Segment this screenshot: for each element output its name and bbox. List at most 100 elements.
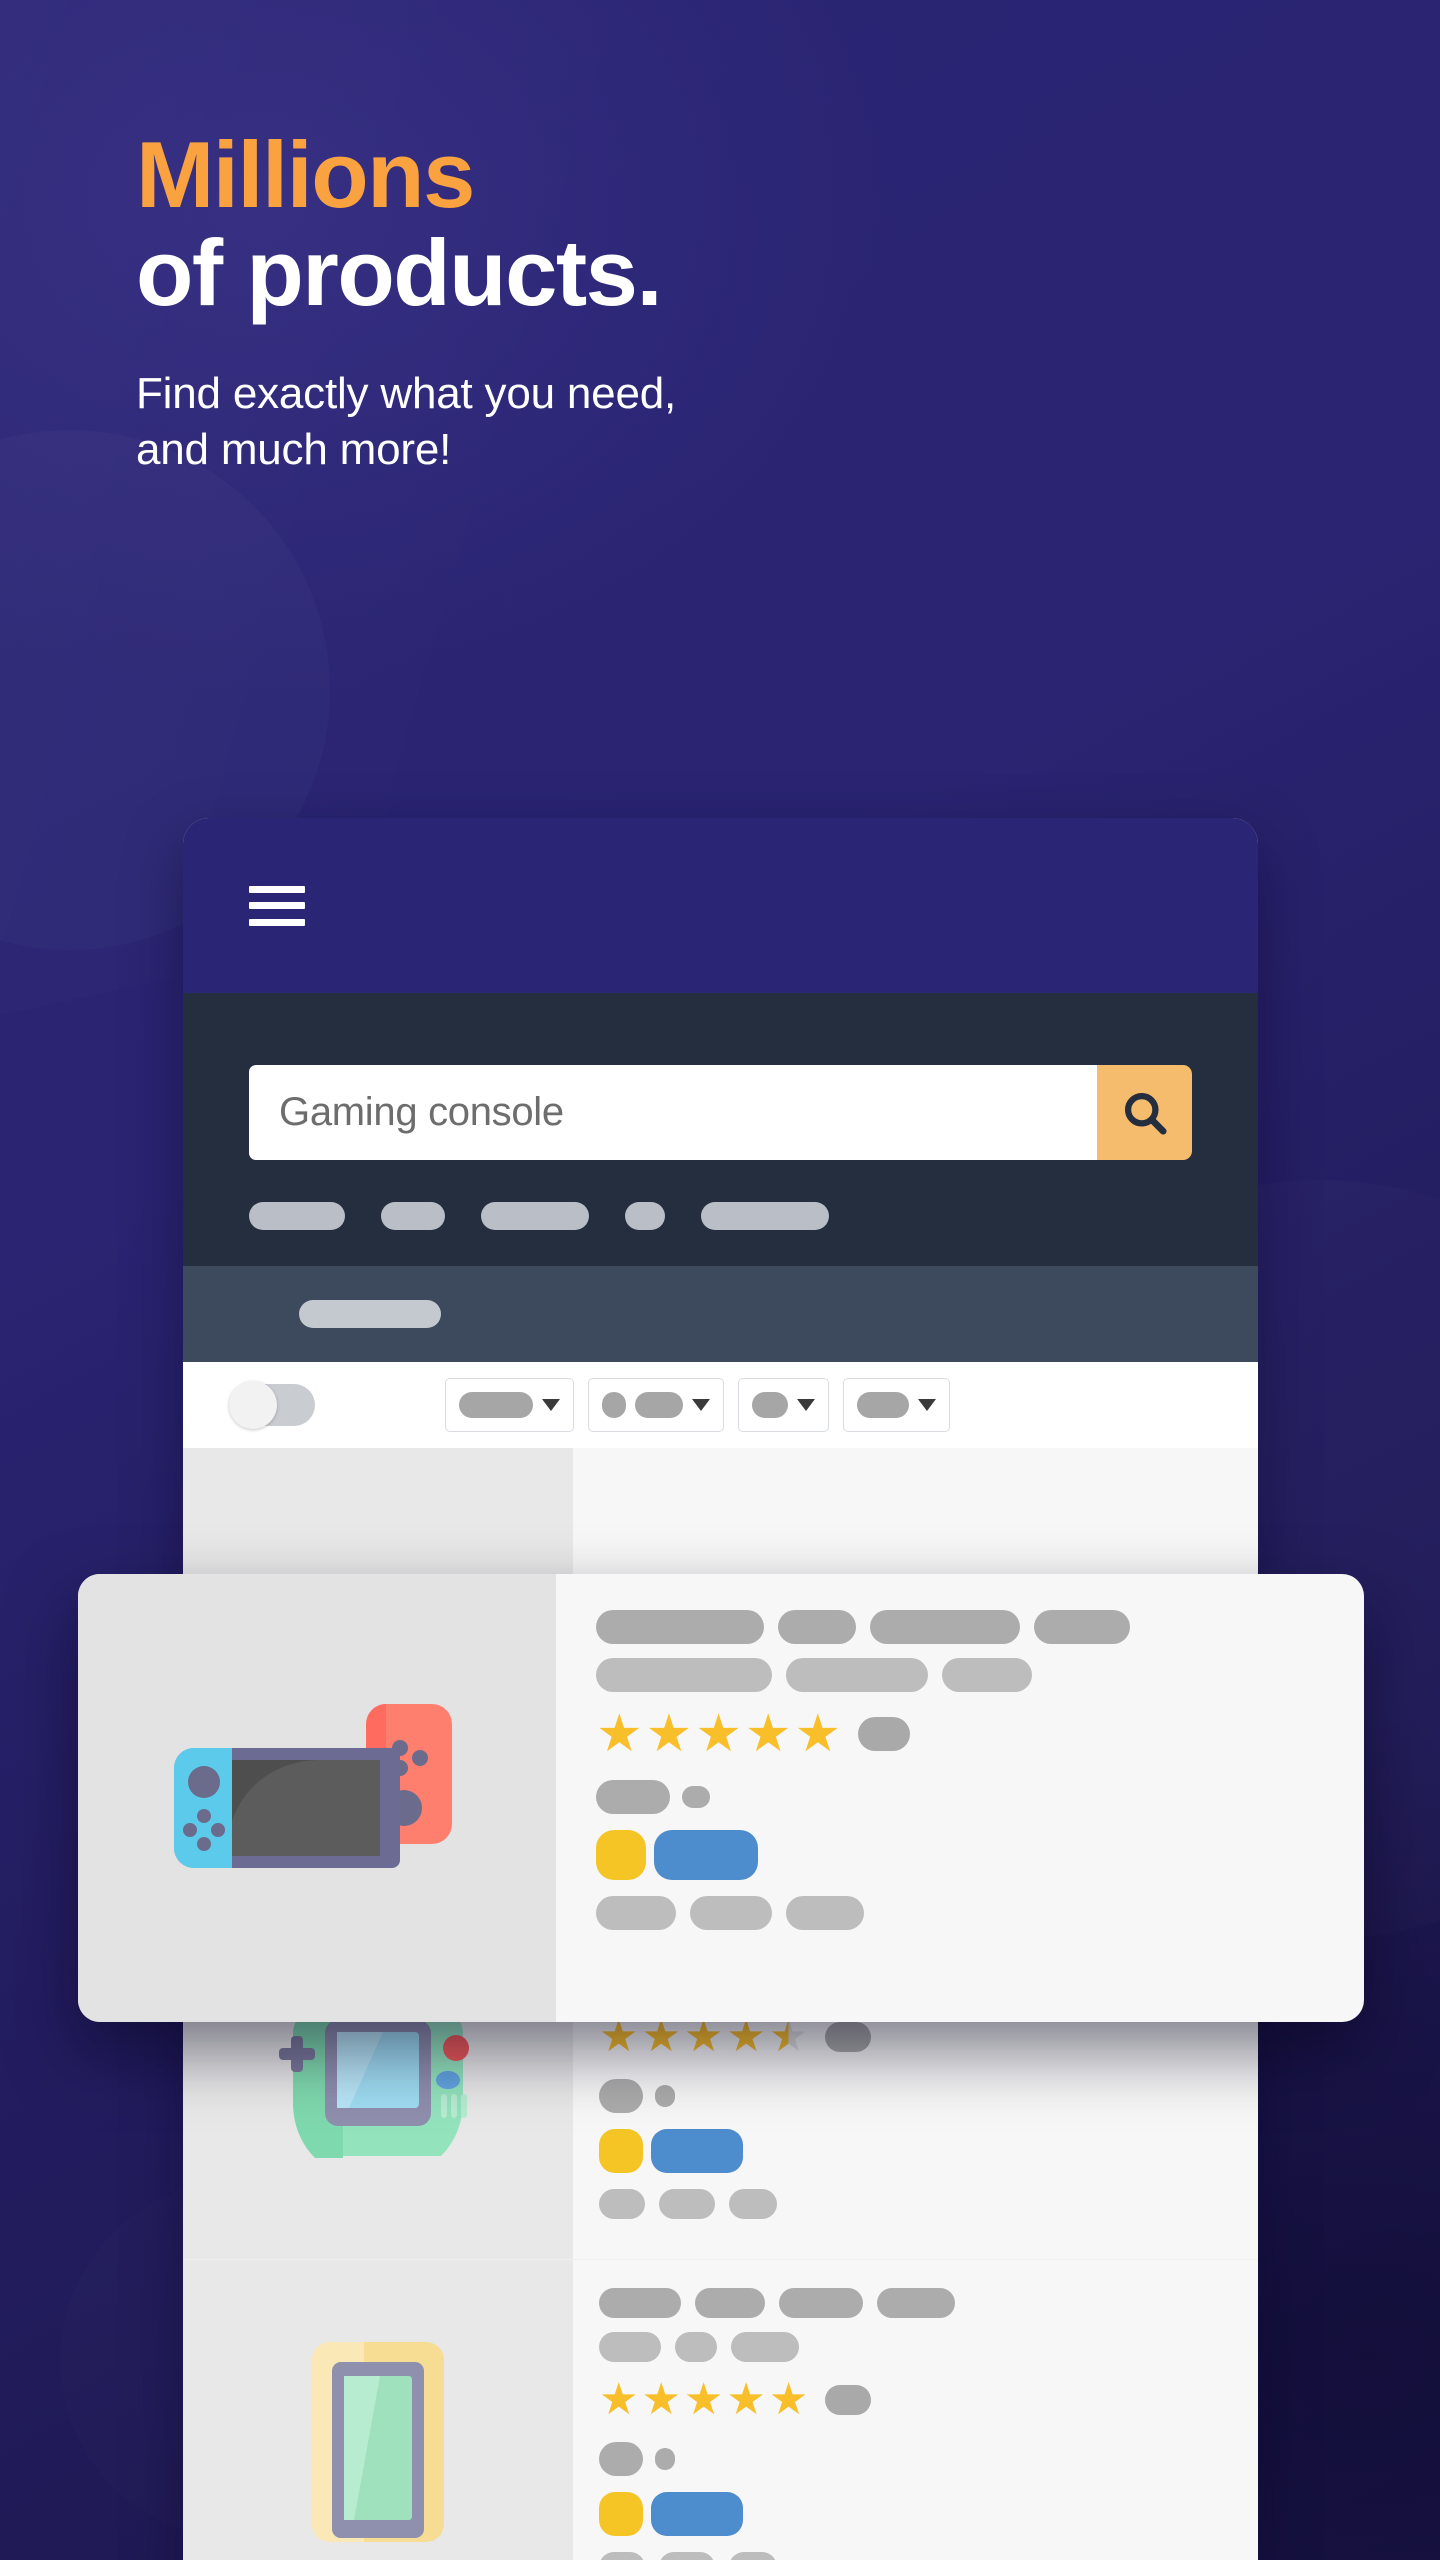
suggestion-chip[interactable]: [381, 1202, 445, 1230]
star-icon: ★: [794, 1705, 842, 1763]
product-info: ★ ★ ★ ★ ★: [573, 2260, 1258, 2560]
rating-stars: ★ ★ ★ ★ ★: [599, 2378, 1232, 2422]
star-icon: ★: [744, 1705, 792, 1763]
text-placeholder-bar: [659, 2189, 715, 2219]
app-header: [183, 818, 1258, 993]
price-currency-badge: [599, 2492, 643, 2536]
price-value-badge: [651, 2492, 743, 2536]
price-value-badge: [651, 2129, 743, 2173]
text-placeholder-bar: [778, 1610, 856, 1644]
filter-bar: [183, 1362, 1258, 1448]
suggestion-chip[interactable]: [625, 1202, 665, 1230]
text-placeholder-bar: [695, 2288, 765, 2318]
hamburger-icon[interactable]: [249, 885, 305, 926]
search-input[interactable]: Gaming console: [249, 1065, 1097, 1160]
price-placeholder: [599, 2492, 1232, 2536]
availability-toggle[interactable]: [229, 1381, 315, 1429]
featured-product-card[interactable]: ★ ★ ★ ★ ★: [78, 1574, 1364, 2022]
nintendo-switch-illustration: [152, 1686, 482, 1911]
price-currency-badge: [596, 1830, 646, 1880]
text-placeholder-bar: [729, 2189, 777, 2219]
rating-count-placeholder: [825, 2022, 872, 2052]
text-placeholder-bar: [655, 2085, 675, 2107]
featured-product-thumbnail: [78, 1574, 556, 2022]
filter-select-label: [635, 1392, 683, 1418]
breadcrumb-placeholder: [299, 1300, 441, 1328]
search-input-value: Gaming console: [279, 1090, 564, 1134]
star-icon: ★: [726, 2375, 766, 2424]
star-icon: ★: [596, 1705, 643, 1763]
suggestion-chip[interactable]: [701, 1202, 829, 1230]
text-placeholder-bar: [599, 2189, 645, 2219]
text-placeholder-bar: [599, 2332, 661, 2362]
suggestion-chip[interactable]: [481, 1202, 589, 1230]
featured-product-info: ★ ★ ★ ★ ★: [556, 1574, 1364, 2022]
star-icon: ★: [641, 2375, 681, 2424]
yellow-handheld-illustration: [278, 2334, 478, 2549]
filter-select-label: [602, 1392, 626, 1418]
text-placeholder-bar: [731, 2332, 799, 2362]
chevron-down-icon: [692, 1399, 710, 1411]
text-placeholder-bar: [599, 2442, 643, 2476]
text-placeholder-bar: [690, 1896, 772, 1930]
filter-select[interactable]: [588, 1378, 724, 1432]
search-button[interactable]: [1097, 1065, 1192, 1160]
price-placeholder: [596, 1830, 1324, 1880]
text-placeholder-bar: [596, 1610, 764, 1644]
rating-stars: ★ ★ ★ ★ ★: [596, 1708, 1324, 1760]
product-footer-placeholder: [599, 2189, 1232, 2219]
filter-select-label: [857, 1392, 909, 1418]
text-placeholder-bar: [1034, 1610, 1130, 1644]
rating-count-placeholder: [825, 2385, 872, 2415]
promo-screenshot: Millions of products. Find exactly what …: [0, 0, 1440, 2560]
text-placeholder-bar: [596, 1780, 670, 1814]
search-section: Gaming console: [183, 993, 1258, 1266]
text-placeholder-bar: [596, 1658, 772, 1692]
product-row[interactable]: ★ ★ ★ ★ ★: [183, 2260, 1258, 2560]
product-title-placeholder: [596, 1610, 1324, 1644]
breadcrumb: [183, 1266, 1258, 1362]
text-placeholder-bar: [786, 1896, 864, 1930]
headline-accent-line: Millions: [136, 122, 475, 227]
suggestion-chips: [249, 1202, 1192, 1230]
headline-plain-line: of products.: [136, 219, 663, 325]
filter-select[interactable]: [445, 1378, 574, 1432]
product-meta-placeholder: [599, 2079, 1232, 2113]
star-icon: ★: [695, 1705, 742, 1763]
promo-subtitle: Find exactly what you need, and much mor…: [136, 366, 1256, 479]
text-placeholder-bar: [942, 1658, 1032, 1692]
promo-copy: Millions of products. Find exactly what …: [136, 126, 1256, 478]
filter-select-label: [459, 1392, 533, 1418]
product-subtitle-placeholder: [599, 2332, 1232, 2362]
text-placeholder-bar: [655, 2448, 675, 2470]
filter-select-label: [752, 1392, 788, 1418]
filter-select[interactable]: [738, 1378, 829, 1432]
text-placeholder-bar: [877, 2288, 955, 2318]
product-thumbnail: [183, 2260, 573, 2560]
chevron-down-icon: [542, 1399, 560, 1411]
product-footer-placeholder: [596, 1896, 1324, 1930]
promo-subtitle-line-2: and much more!: [136, 424, 452, 474]
promo-subtitle-line-1: Find exactly what you need,: [136, 368, 677, 418]
price-currency-badge: [599, 2129, 643, 2173]
text-placeholder-bar: [870, 1610, 1020, 1644]
filter-select[interactable]: [843, 1378, 950, 1432]
star-icon: ★: [683, 2375, 724, 2424]
price-value-badge: [654, 1830, 758, 1880]
text-placeholder-bar: [729, 2552, 777, 2560]
text-placeholder-bar: [786, 1658, 928, 1692]
text-placeholder-bar: [675, 2332, 717, 2362]
star-icon: ★: [645, 1705, 693, 1763]
text-placeholder-bar: [779, 2288, 863, 2318]
toggle-knob: [229, 1381, 277, 1429]
suggestion-chip[interactable]: [249, 1202, 345, 1230]
chevron-down-icon: [797, 1399, 815, 1411]
chevron-down-icon: [918, 1399, 936, 1411]
text-placeholder-bar: [659, 2552, 715, 2560]
product-title-placeholder: [599, 2288, 1232, 2318]
search-icon: [1119, 1087, 1171, 1139]
filter-selects: [445, 1378, 950, 1432]
product-footer-placeholder: [599, 2552, 1232, 2560]
price-placeholder: [599, 2129, 1232, 2173]
star-icon: ★: [768, 2375, 809, 2424]
